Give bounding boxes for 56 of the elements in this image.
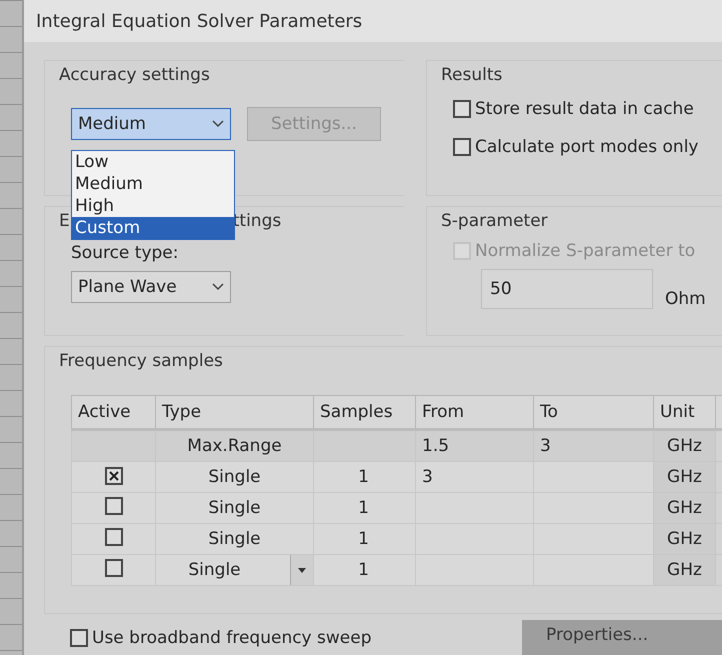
table-cell: GHz [667, 560, 702, 580]
table-cell: GHz [667, 436, 702, 456]
column-header[interactable]: Samples [314, 396, 416, 430]
column-header[interactable]: Unit [654, 396, 716, 430]
field-label: Source type: [71, 243, 180, 263]
group-title: E [59, 211, 70, 231]
checkbox-label: Store result data in cache [475, 99, 694, 119]
checkbox[interactable] [104, 528, 122, 546]
table-cell: Single [208, 498, 261, 518]
table-cell: Single [188, 560, 241, 580]
caret-icon [212, 120, 224, 128]
cross-icon [108, 470, 120, 482]
table-cell: GHz [667, 498, 702, 518]
column-header[interactable]: Active [72, 396, 156, 430]
dropdown-button[interactable] [290, 555, 313, 585]
dropdown-option[interactable]: High [72, 195, 234, 217]
group-title: S-parameter [441, 211, 549, 231]
checkbox[interactable] [104, 558, 122, 576]
column-header[interactable]: Type [156, 396, 314, 430]
column-header[interactable]: From [416, 396, 534, 430]
group-title: ttings [232, 211, 282, 231]
caret-icon [298, 568, 306, 572]
source-type-dropdown[interactable]: Plane Wave [71, 271, 231, 303]
table-cell: 1 [358, 498, 369, 518]
checkbox[interactable] [104, 467, 122, 485]
table-cell: Single [208, 467, 261, 487]
window-title: Integral Equation Solver Parameters [36, 10, 362, 32]
table-cell: 1 [358, 467, 369, 487]
caret-icon [212, 283, 224, 291]
table-cell: 3 [422, 467, 433, 487]
dropdown-option[interactable]: Medium [72, 173, 234, 195]
accuracy-dropdown[interactable]: Medium [71, 108, 231, 140]
table-cell: Max.Range [187, 436, 282, 456]
group-title: Results [441, 65, 504, 85]
checkbox-label: Calculate port modes only [475, 137, 698, 157]
checkbox[interactable] [70, 629, 88, 647]
table-cell: 1 [358, 560, 369, 580]
group-title: Frequency samples [59, 351, 224, 371]
group-title: Accuracy settings [59, 65, 211, 85]
properties-button[interactable]: Properties... [522, 620, 722, 655]
dropdown-option[interactable]: Low [72, 151, 234, 173]
checkbox-label: Use broadband frequency sweep [92, 628, 372, 648]
checkbox-label: Normalize S-parameter to [475, 241, 696, 261]
column-header[interactable]: To [534, 396, 654, 430]
checkbox[interactable] [104, 496, 122, 514]
table-cell: 3 [540, 436, 551, 456]
dropdown-option[interactable]: Custom [72, 217, 234, 239]
table-cell: GHz [667, 467, 702, 487]
table-cell: GHz [667, 529, 702, 549]
unit-label: Ohm [665, 289, 706, 309]
impedance-field[interactable]: 50 [481, 269, 653, 309]
table-cell: 1 [358, 529, 369, 549]
table-cell: Single [208, 529, 261, 549]
checkbox[interactable] [453, 138, 471, 156]
table-cell: 1.5 [422, 436, 450, 456]
checkbox[interactable] [453, 100, 471, 118]
